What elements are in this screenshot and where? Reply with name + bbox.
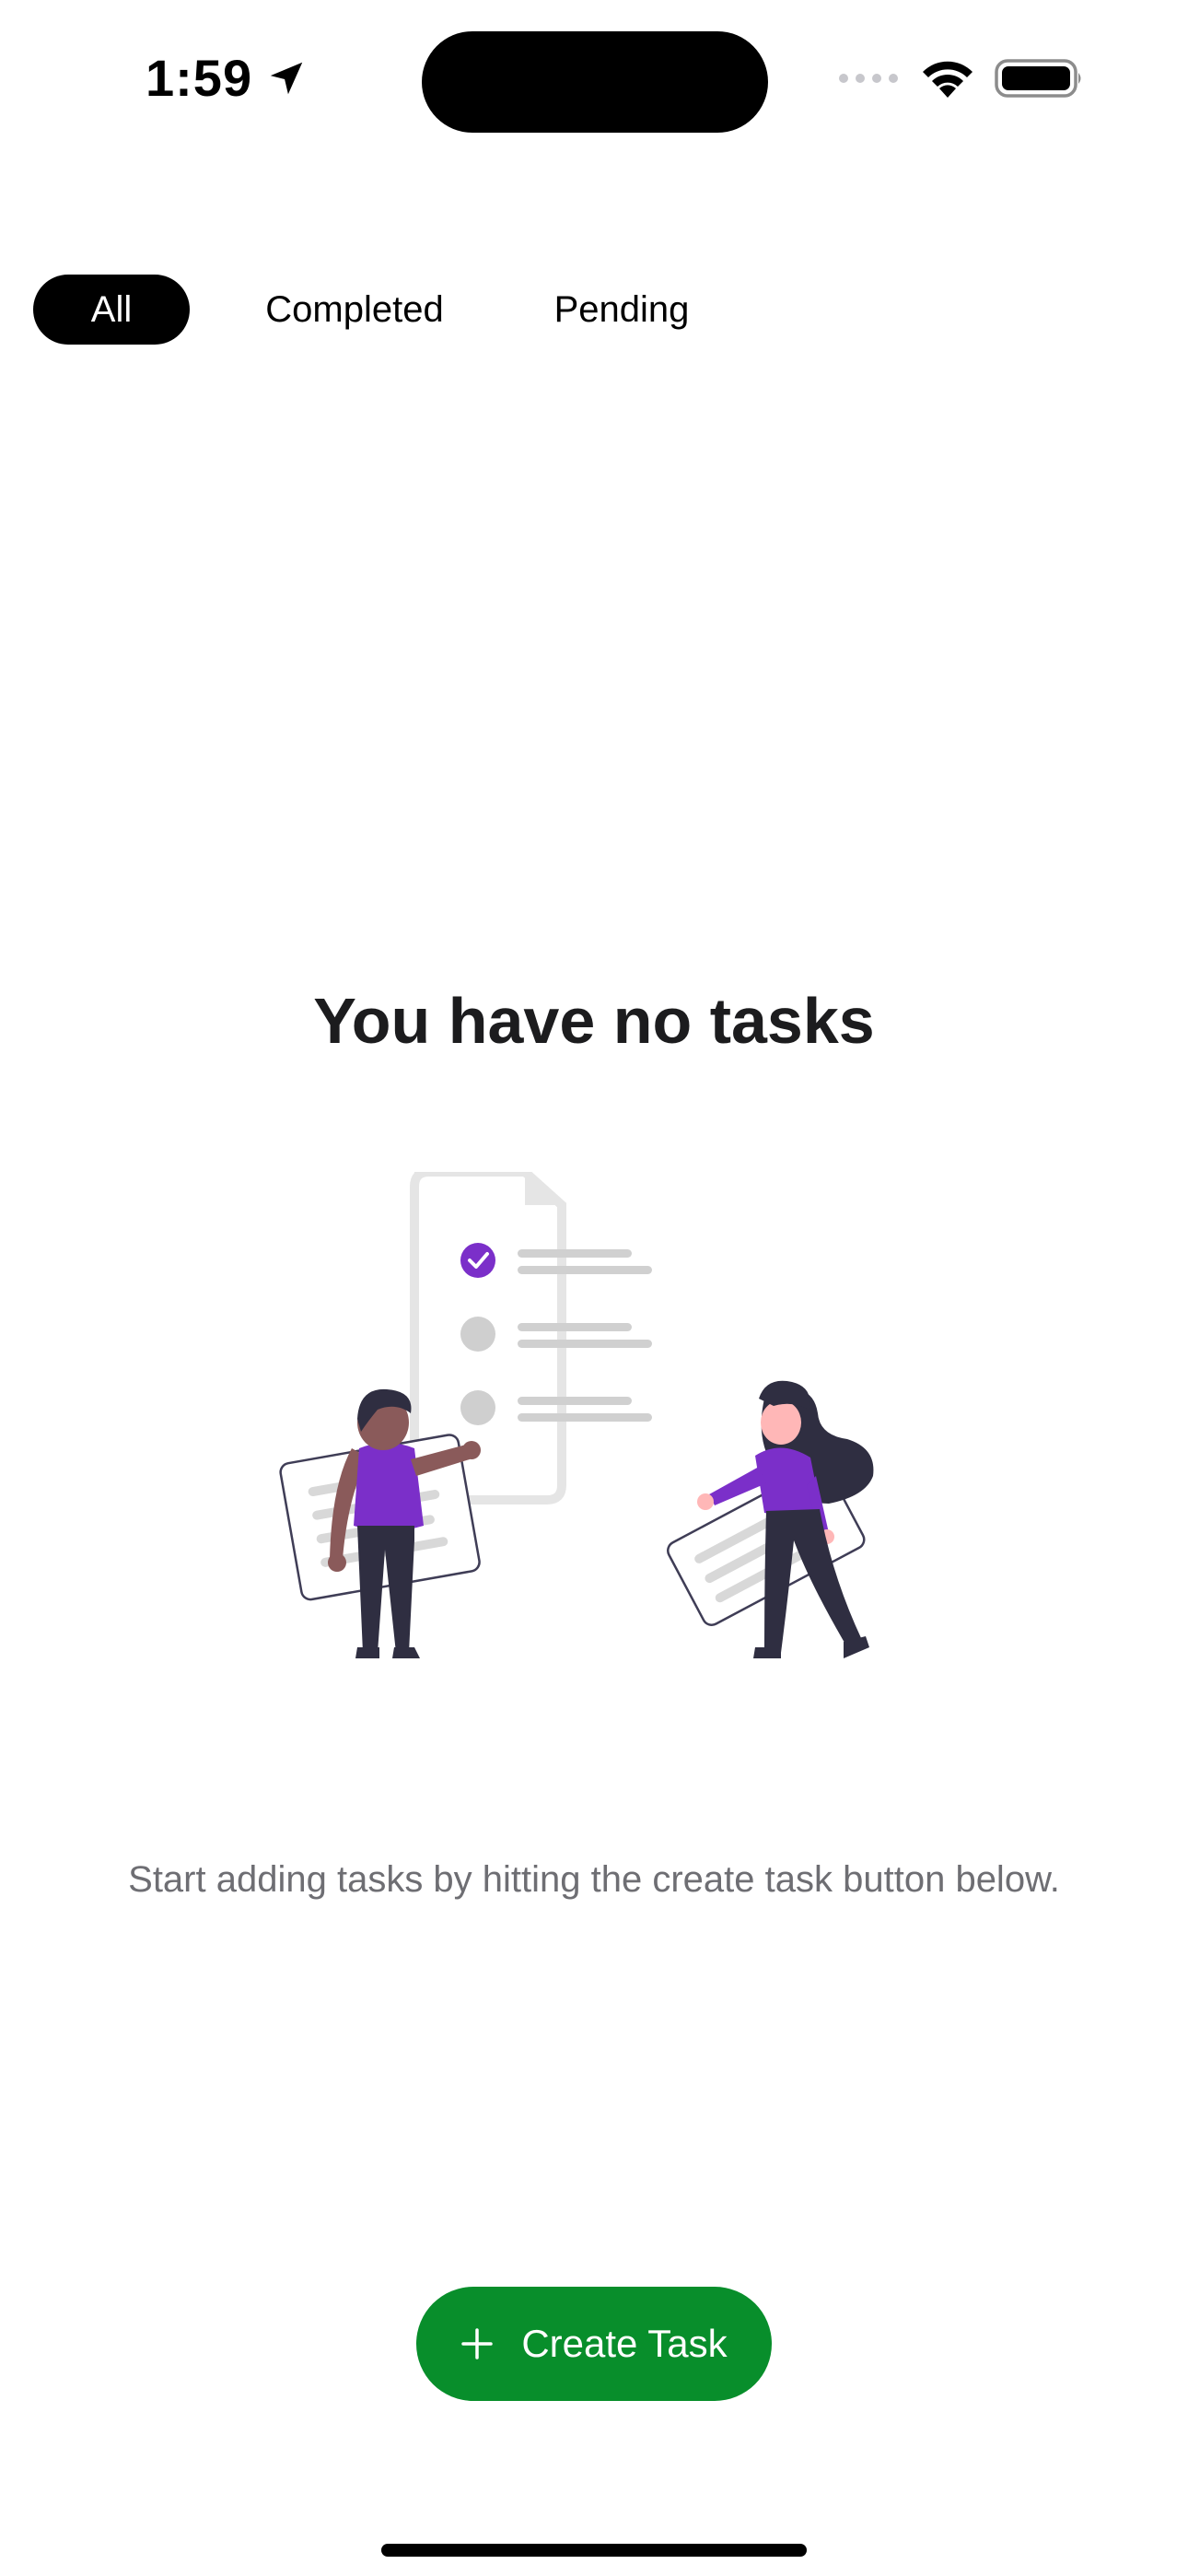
create-task-label: Create Task <box>521 2322 728 2365</box>
status-bar: 1:59 <box>0 0 1188 157</box>
empty-state-subtitle: Start adding tasks by hitting the create… <box>128 1859 1060 1900</box>
home-indicator[interactable] <box>381 2544 807 2557</box>
plus-icon <box>461 2328 494 2359</box>
tab-pending[interactable]: Pending <box>534 275 709 345</box>
create-task-button[interactable]: Create Task <box>416 2287 772 2401</box>
location-arrow-icon <box>270 62 303 94</box>
dynamic-island <box>422 31 768 133</box>
signal-icon <box>839 74 898 83</box>
status-icons <box>838 57 1085 100</box>
tab-completed[interactable]: Completed <box>236 275 473 345</box>
wifi-icon <box>923 61 973 98</box>
empty-state-title: You have no tasks <box>313 985 875 1057</box>
filter-tabs: All Completed Pending <box>33 275 709 345</box>
battery-icon <box>995 59 1081 98</box>
people-with-checklist-illustration <box>279 1172 874 1658</box>
tab-all[interactable]: All <box>33 275 190 345</box>
status-time: 1:59 <box>146 49 253 107</box>
status-time-group: 1:59 <box>146 48 308 108</box>
